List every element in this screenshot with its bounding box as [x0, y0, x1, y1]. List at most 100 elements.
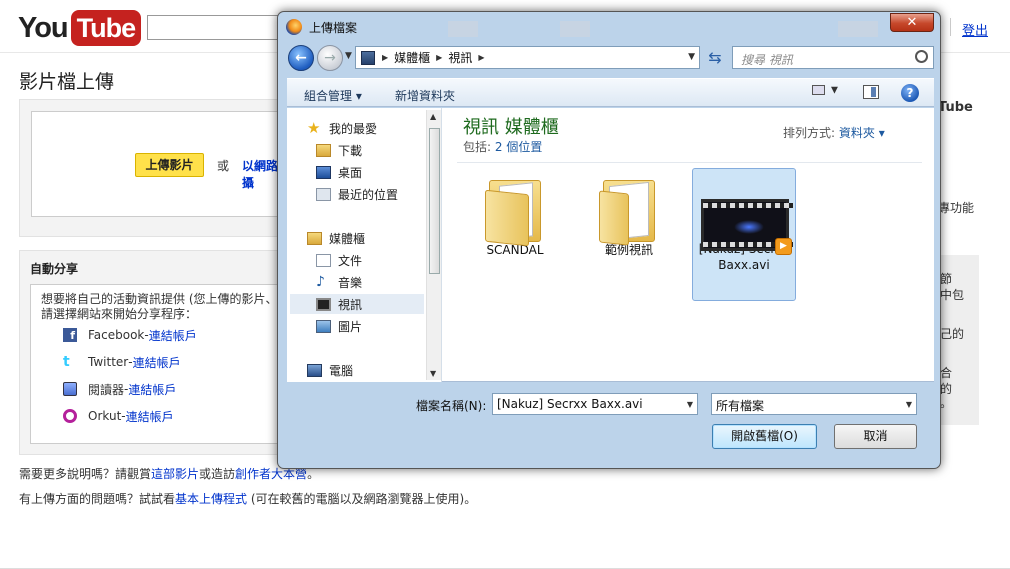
nav-music-label: 音樂	[338, 275, 363, 290]
nav-desktop[interactable]: 桌面	[316, 162, 362, 182]
youtube-logo[interactable]: You Tube	[18, 9, 142, 47]
folder-item[interactable]: SCANDAL	[463, 170, 567, 300]
help-button[interactable]: ?	[901, 84, 919, 102]
creator-hub-link[interactable]: 創作者大本營	[235, 467, 307, 481]
arrange-label: 排列方式:	[783, 126, 836, 140]
open-button[interactable]: 開啟舊檔(O)	[712, 424, 817, 449]
filename-label: 檔案名稱(N):	[416, 399, 487, 413]
nav-videos-label: 視訊	[338, 297, 363, 312]
dialog-title: 上傳檔案	[309, 20, 358, 35]
help2-text-a: 有上傳方面的問題嗎？試試看	[19, 492, 176, 506]
arrange-value: 資料夾	[838, 126, 875, 140]
new-folder-button[interactable]: 新增資料夾	[395, 87, 455, 104]
dialog-content: ★ 我的最愛 下載 桌面 最近的位置 媒體櫃 文件 ♪ 音樂 視訊 圖片 電腦 …	[287, 108, 934, 382]
search-input[interactable]: 搜尋 視訊	[732, 46, 934, 69]
chevron-right-icon[interactable]: ▶	[382, 53, 388, 62]
recent-places-icon	[316, 187, 331, 201]
navigation-pane: ★ 我的最愛 下載 桌面 最近的位置 媒體櫃 文件 ♪ 音樂 視訊 圖片 電腦 …	[287, 108, 442, 382]
nav-recent-places[interactable]: 最近的位置	[316, 184, 398, 204]
right-fragment: 專功能	[938, 201, 975, 215]
change-view-button[interactable]: ▼	[812, 85, 846, 101]
scroll-down-icon[interactable]: ▼	[430, 369, 436, 378]
play-icon: ▶	[775, 238, 792, 255]
connect-twitter-link[interactable]: 連結帳戶	[133, 354, 181, 371]
upload-video-button[interactable]: 上傳影片	[135, 153, 204, 177]
right-fragment: 中包	[940, 288, 965, 302]
share-row-orkut: Orkut - 連結帳戶	[63, 407, 174, 425]
arrange-by: 排列方式: 資料夾 ▾	[783, 124, 885, 141]
nav-documents-label: 文件	[338, 253, 363, 268]
computer-icon	[307, 363, 322, 377]
logo-tube: Tube	[70, 10, 142, 46]
filename-dropdown-icon[interactable]: ▼	[687, 400, 693, 409]
chevron-right-icon[interactable]: ▶	[436, 53, 442, 62]
address-bar[interactable]: ▶ 媒體櫃 ▶ 視訊 ▶ ▼	[355, 46, 700, 69]
youtube-search-input[interactable]	[147, 15, 282, 40]
nav-desktop-label: 桌面	[338, 165, 363, 180]
connect-orkut-link[interactable]: 連結帳戶	[126, 408, 174, 425]
page-title: 影片檔上傳	[19, 71, 115, 93]
or-text: 或	[217, 159, 230, 173]
reader-icon	[63, 382, 77, 396]
filename-input[interactable]: [Nakuz] Secrxx Baxx.avi ▼	[492, 393, 698, 415]
nav-libraries[interactable]: 媒體櫃	[307, 228, 365, 248]
refresh-icon[interactable]: ⇆	[704, 48, 726, 68]
scroll-up-icon[interactable]: ▲	[430, 112, 436, 121]
video-thumbnail-icon: ▶	[701, 199, 793, 255]
upload-area: 上傳影片 或 以網路攝	[31, 111, 286, 217]
connect-reader-link[interactable]: 連結帳戶	[128, 381, 176, 398]
nav-music[interactable]: ♪ 音樂	[316, 272, 362, 292]
preview-pane-button[interactable]	[863, 85, 879, 99]
scrollbar-thumb[interactable]	[429, 128, 440, 274]
nav-videos[interactable]: 視訊	[290, 294, 424, 314]
nav-favorites[interactable]: ★ 我的最愛	[307, 118, 377, 138]
organize-menu[interactable]: 組合管理 ▾	[304, 87, 362, 104]
nav-pane-scrollbar[interactable]: ▲ ▼	[426, 110, 441, 380]
libraries-icon	[307, 231, 322, 245]
back-button[interactable]: ←	[288, 45, 314, 71]
signout-link[interactable]: 登出	[962, 20, 988, 39]
share-name-facebook: Facebook	[88, 328, 145, 342]
twitter-icon: t	[63, 354, 70, 370]
folder-item[interactable]: 範例視訊	[577, 170, 681, 300]
breadcrumb-videos[interactable]: 視訊	[448, 49, 472, 66]
recent-pages-dropdown[interactable]: ▼	[345, 51, 352, 61]
help-video-link[interactable]: 這部影片	[151, 467, 199, 481]
pictures-icon	[316, 319, 331, 333]
autoshare-title: 自動分享	[30, 262, 79, 276]
header-separator	[457, 162, 922, 163]
share-name-orkut: Orkut	[88, 409, 122, 423]
firefox-icon	[286, 19, 302, 35]
filetype-dropdown-icon[interactable]: ▼	[906, 400, 912, 409]
view-icon	[812, 85, 825, 95]
nav-computer[interactable]: 電腦	[307, 360, 353, 380]
share-row-facebook: f Facebook - 連結帳戶	[63, 326, 197, 344]
organize-label: 組合管理	[304, 89, 353, 103]
nav-pictures[interactable]: 圖片	[316, 316, 362, 336]
filetype-value: 所有檔案	[716, 399, 765, 413]
music-icon: ♪	[316, 273, 325, 290]
desktop-icon	[316, 165, 331, 179]
address-dropdown-icon[interactable]: ▼	[688, 52, 695, 62]
help2-text-b: (可在較舊的電腦以及網路瀏覽器上使用)。	[247, 492, 477, 506]
downloads-folder-icon	[316, 143, 331, 157]
nav-downloads[interactable]: 下載	[316, 140, 362, 160]
close-button[interactable]: ✕	[890, 13, 934, 32]
filetype-select[interactable]: 所有檔案 ▼	[711, 393, 917, 415]
nav-documents[interactable]: 文件	[316, 250, 362, 270]
search-icon	[915, 50, 928, 63]
help1-text-c: 。	[307, 467, 320, 481]
cancel-button[interactable]: 取消	[834, 424, 917, 449]
basic-uploader-link[interactable]: 基本上傳程式	[175, 492, 247, 506]
arrange-by-dropdown[interactable]: 資料夾 ▾	[839, 126, 885, 140]
logo-you: You	[18, 11, 69, 44]
file-item-selected[interactable]: ▶ [Nakuz] Secrxx Baxx.avi	[692, 168, 796, 301]
share-row-twitter: t Twitter - 連結帳戶	[63, 353, 181, 371]
breadcrumb-libraries[interactable]: 媒體櫃	[394, 49, 430, 66]
library-includes-label: 包括:	[463, 140, 492, 154]
nav-recent-label: 最近的位置	[338, 187, 399, 202]
library-locations-link[interactable]: 2 個位置	[495, 140, 542, 154]
chevron-right-icon[interactable]: ▶	[478, 53, 484, 62]
connect-facebook-link[interactable]: 連結帳戶	[149, 327, 197, 344]
forward-button[interactable]: →	[317, 45, 343, 71]
